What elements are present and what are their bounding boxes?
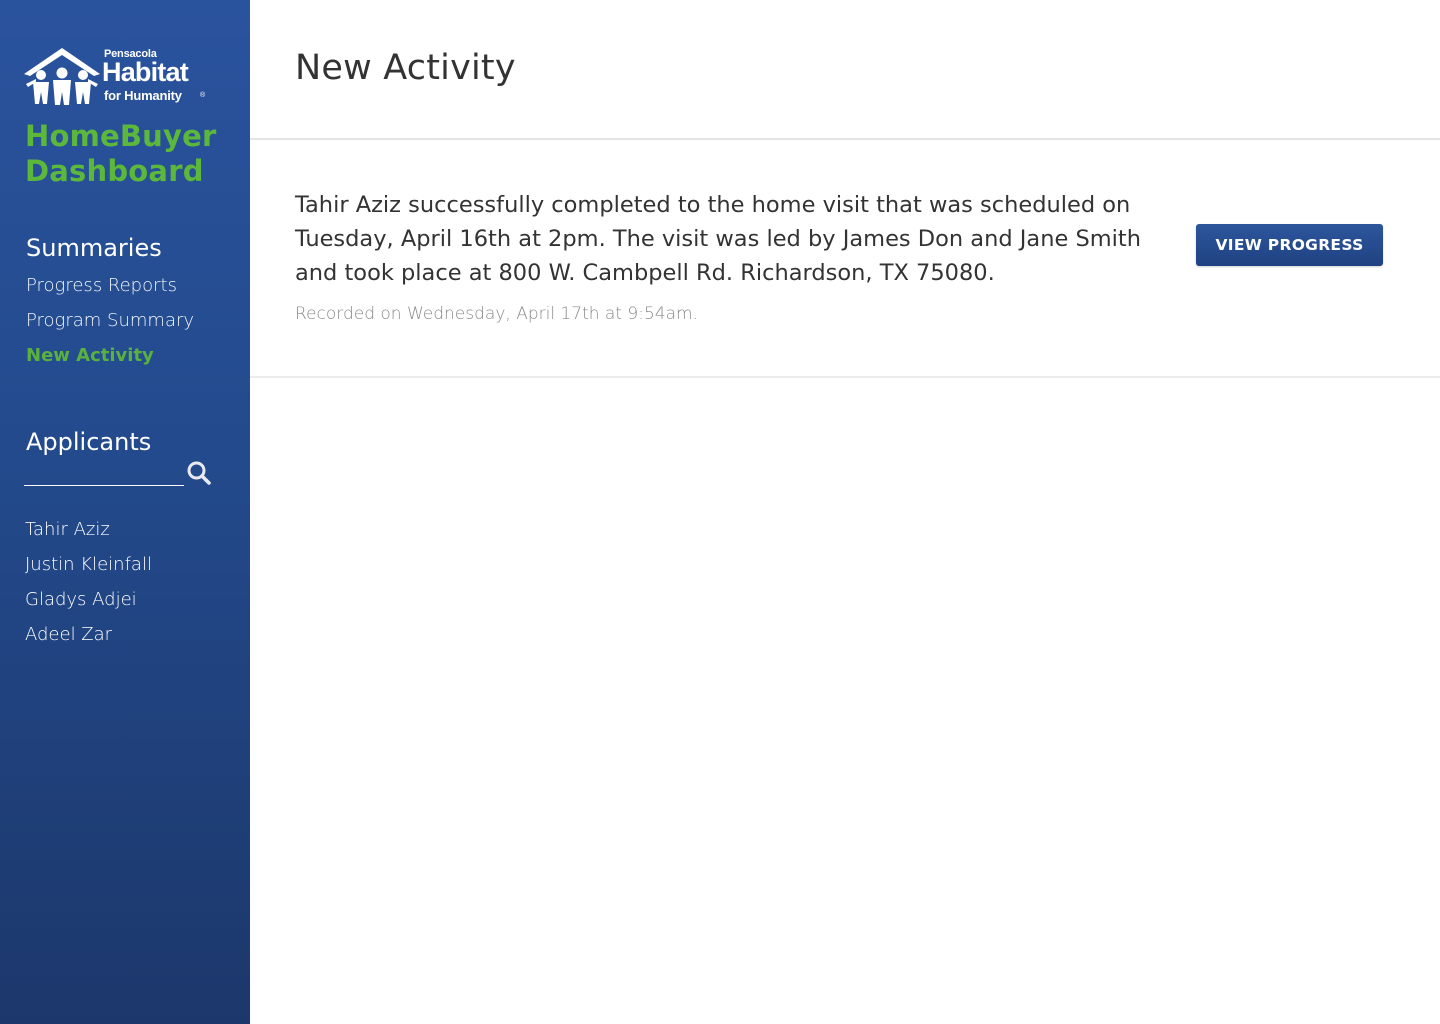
applicants-heading: Applicants (26, 428, 152, 456)
summaries-nav: Progress Reports Program Summary New Act… (26, 272, 194, 377)
logo-registered-mark: ® (200, 92, 206, 99)
page-header: New Activity (250, 0, 1440, 140)
habitat-house-people-icon (24, 48, 100, 105)
main-content: New Activity Tahir Aziz successfully com… (250, 0, 1440, 1024)
search-icon[interactable] (186, 460, 212, 486)
logo-for-humanity: for Humanity (104, 88, 182, 103)
applicant-search-input[interactable] (24, 456, 184, 486)
view-progress-button[interactable]: VIEW PROGRESS (1196, 224, 1383, 266)
applicant-item[interactable]: Justin Kleinfall (25, 551, 152, 586)
applicant-item[interactable]: Gladys Adjei (25, 586, 152, 621)
applicant-list: Tahir Aziz Justin Kleinfall Gladys Adjei… (25, 516, 152, 656)
activity-description: Tahir Aziz successfully completed to the… (295, 192, 1141, 286)
app: Pensacola Habitat for Humanity ® HomeBuy… (0, 0, 1440, 1024)
activity-recorded-timestamp: Recorded on Wednesday, April 17th at 9:5… (295, 304, 698, 324)
applicant-item[interactable]: Tahir Aziz (25, 516, 152, 551)
applicant-search (24, 456, 214, 488)
app-title-line-1: HomeBuyer (25, 119, 217, 153)
logo-habitat: Habitat (102, 57, 189, 87)
habitat-logo[interactable]: Pensacola Habitat for Humanity ® (24, 46, 214, 110)
page-title: New Activity (295, 48, 516, 88)
applicant-item[interactable]: Adeel Zar (25, 621, 152, 656)
activity-item: Tahir Aziz successfully completed to the… (250, 140, 1440, 378)
app-title-line-2: Dashboard (25, 154, 204, 188)
nav-item-program-summary[interactable]: Program Summary (26, 307, 194, 342)
nav-item-new-activity[interactable]: New Activity (26, 342, 194, 377)
app-title: HomeBuyer Dashboard (25, 119, 245, 189)
sidebar: Pensacola Habitat for Humanity ® HomeBuy… (0, 0, 250, 1024)
nav-item-progress-reports[interactable]: Progress Reports (26, 272, 194, 307)
summaries-heading: Summaries (26, 234, 162, 262)
